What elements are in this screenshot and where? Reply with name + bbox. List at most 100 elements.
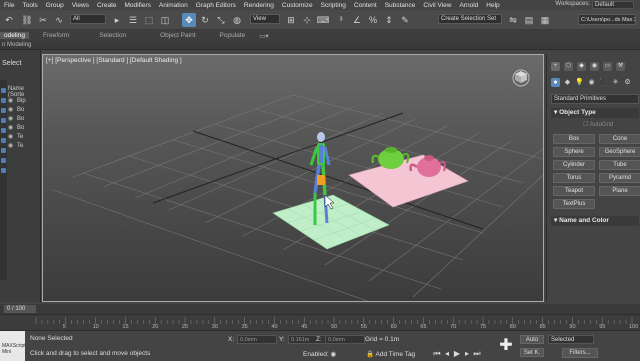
menu-item-graph-editors[interactable]: Graph Editors bbox=[192, 2, 240, 9]
key-filter-selection-dropdown[interactable]: Selected bbox=[548, 335, 594, 344]
next-frame-icon[interactable]: ▸ bbox=[462, 348, 472, 359]
primitive-category-dropdown[interactable]: Standard Primitives bbox=[551, 94, 639, 104]
tab-modeling[interactable]: odeling bbox=[0, 32, 29, 39]
list-item[interactable]: ◉ Bo bbox=[8, 123, 24, 132]
list-item[interactable]: ◉ Bo bbox=[8, 114, 24, 123]
workspaces-dropdown[interactable]: Default bbox=[592, 1, 634, 9]
ribbon-options-icon[interactable]: ▭▾ bbox=[259, 32, 268, 40]
menu-item-create[interactable]: Create bbox=[93, 2, 121, 9]
bind-space-warp-icon[interactable]: ∿ bbox=[52, 13, 66, 27]
list-item[interactable]: ◉ Bip bbox=[8, 96, 26, 105]
motion-tab-icon[interactable]: ◉ bbox=[590, 62, 599, 71]
select-manipulate-icon[interactable]: ⊹ bbox=[300, 13, 314, 27]
eye-icon[interactable]: ◉ bbox=[8, 142, 17, 149]
display-geometry-icon[interactable] bbox=[1, 88, 6, 93]
display-tab-icon[interactable]: ▭ bbox=[603, 62, 612, 71]
maxscript-mini-listener[interactable]: MAXScript Mini bbox=[0, 331, 26, 361]
auto-key-button[interactable]: Auto bbox=[520, 335, 544, 344]
list-item[interactable]: ◉ Bo bbox=[8, 105, 24, 114]
autogrid-checkbox[interactable]: ☐ AutoGrid bbox=[583, 121, 613, 128]
rectangular-selection-icon[interactable]: ⬚ bbox=[142, 13, 156, 27]
display-helpers-icon[interactable] bbox=[1, 128, 6, 133]
unlink-icon[interactable]: ✂ bbox=[36, 13, 50, 27]
pivot-center-icon[interactable]: ⊞ bbox=[284, 13, 298, 27]
place-icon[interactable]: ◍ bbox=[230, 13, 244, 27]
go-to-end-icon[interactable]: ⏭ bbox=[472, 348, 482, 359]
time-slider-handle[interactable]: 0 / 100 bbox=[4, 305, 36, 313]
menu-item-civil-view[interactable]: Civil View bbox=[419, 2, 455, 9]
tube-button[interactable]: Tube bbox=[599, 160, 640, 170]
z-coordinate-field[interactable]: 0.0mm bbox=[325, 335, 365, 344]
play-icon[interactable]: ▶ bbox=[452, 348, 462, 359]
adaptive-degradation-toggle[interactable]: Enabled: ◉ bbox=[303, 350, 336, 358]
menu-item-animation[interactable]: Animation bbox=[155, 2, 192, 9]
viewcube-icon[interactable] bbox=[511, 67, 531, 87]
hierarchy-tab-icon[interactable]: ◆ bbox=[577, 62, 586, 71]
selection-filter-dropdown[interactable]: All bbox=[70, 14, 106, 24]
named-selection-sets-dropdown[interactable]: Create Selection Set bbox=[438, 14, 502, 24]
plane-button[interactable]: Plane bbox=[599, 186, 640, 196]
menu-item-file[interactable]: File bbox=[0, 2, 18, 9]
eye-icon[interactable]: ◉ bbox=[8, 133, 17, 140]
go-to-start-icon[interactable]: ⏮ bbox=[432, 348, 442, 359]
cylinder-button[interactable]: Cylinder bbox=[553, 160, 595, 170]
display-shapes-icon[interactable] bbox=[1, 98, 6, 103]
align-icon[interactable]: ▤ bbox=[522, 13, 536, 27]
tab-freeform[interactable]: Freeform bbox=[43, 32, 69, 39]
select-and-scale-icon[interactable]: ⤡ bbox=[214, 13, 228, 27]
link-icon[interactable]: ⛓ bbox=[20, 13, 34, 27]
utilities-tab-icon[interactable]: ⚒ bbox=[616, 62, 625, 71]
snaps-toggle-icon[interactable]: ³ bbox=[334, 13, 348, 27]
eye-icon[interactable]: ◉ bbox=[8, 115, 17, 122]
list-item[interactable]: ◉ Te bbox=[8, 141, 23, 150]
x-coordinate-field[interactable]: 0.0mm bbox=[237, 335, 277, 344]
menu-item-substance[interactable]: Substance bbox=[381, 2, 420, 9]
select-by-name-icon[interactable]: ☰ bbox=[126, 13, 140, 27]
enabled-toggle-icon[interactable]: ◉ bbox=[330, 351, 336, 358]
edit-named-selection-icon[interactable]: ✎ bbox=[398, 13, 412, 27]
menu-item-tools[interactable]: Tools bbox=[18, 2, 41, 9]
cone-button[interactable]: Cone bbox=[599, 134, 640, 144]
menu-item-arnold[interactable]: Arnold bbox=[455, 2, 482, 9]
systems-icon[interactable]: ⚙ bbox=[623, 78, 632, 87]
space-warps-icon[interactable]: ✳ bbox=[611, 78, 620, 87]
spinner-snap-icon[interactable]: ⇕ bbox=[382, 13, 396, 27]
menu-item-scripting[interactable]: Scripting bbox=[317, 2, 350, 9]
time-slider[interactable]: 0 / 100 bbox=[0, 304, 640, 314]
layer-explorer-icon[interactable]: ▦ bbox=[538, 13, 552, 27]
display-lights-icon[interactable] bbox=[1, 108, 6, 113]
eye-icon[interactable]: ◉ bbox=[8, 106, 17, 113]
key-filters-button[interactable]: Filters... bbox=[562, 348, 598, 358]
display-groups-icon[interactable] bbox=[1, 148, 6, 153]
display-xrefs-icon[interactable] bbox=[1, 158, 6, 163]
keyboard-shortcut-override-icon[interactable]: ⌨ bbox=[316, 13, 330, 27]
select-object-icon[interactable]: ▸ bbox=[110, 13, 124, 27]
menu-item-views[interactable]: Views bbox=[68, 2, 93, 9]
create-tab-icon[interactable]: + bbox=[551, 62, 560, 71]
add-time-tag[interactable]: 🔒 Add Time Tag bbox=[366, 350, 415, 358]
percent-snap-icon[interactable]: % bbox=[366, 13, 380, 27]
set-key-icon[interactable]: ✚ bbox=[498, 336, 514, 358]
eye-icon[interactable]: ◉ bbox=[8, 124, 17, 131]
teapot-button[interactable]: Teapot bbox=[553, 186, 595, 196]
helpers-icon[interactable]: ⬛ bbox=[599, 78, 608, 87]
list-item[interactable]: ◉ Te bbox=[8, 132, 23, 141]
lights-icon[interactable]: 💡 bbox=[575, 78, 584, 87]
display-spacewarps-icon[interactable] bbox=[1, 138, 6, 143]
previous-frame-icon[interactable]: ◂ bbox=[442, 348, 452, 359]
menu-item-modifiers[interactable]: Modifiers bbox=[121, 2, 155, 9]
perspective-viewport[interactable]: [+] [Perspective ] [Standard ] [Default … bbox=[42, 54, 544, 302]
reference-coordinate-dropdown[interactable]: View bbox=[250, 14, 280, 24]
pyramid-button[interactable]: Pyramid bbox=[599, 173, 640, 183]
sphere-button[interactable]: Sphere bbox=[553, 147, 595, 157]
display-bones-icon[interactable] bbox=[1, 168, 6, 173]
eye-icon[interactable]: ◉ bbox=[8, 97, 17, 104]
tab-selection[interactable]: Selection bbox=[99, 32, 126, 39]
tab-populate[interactable]: Populate bbox=[220, 32, 246, 39]
y-coordinate-field[interactable]: 0.161m bbox=[288, 335, 328, 344]
modify-tab-icon[interactable]: ⬡ bbox=[564, 62, 573, 71]
select-and-rotate-icon[interactable]: ↻ bbox=[198, 13, 212, 27]
window-crossing-icon[interactable]: ◫ bbox=[158, 13, 172, 27]
viewport-label[interactable]: [+] [Perspective ] [Standard ] [Default … bbox=[46, 57, 182, 64]
menu-item-help[interactable]: Help bbox=[482, 2, 503, 9]
